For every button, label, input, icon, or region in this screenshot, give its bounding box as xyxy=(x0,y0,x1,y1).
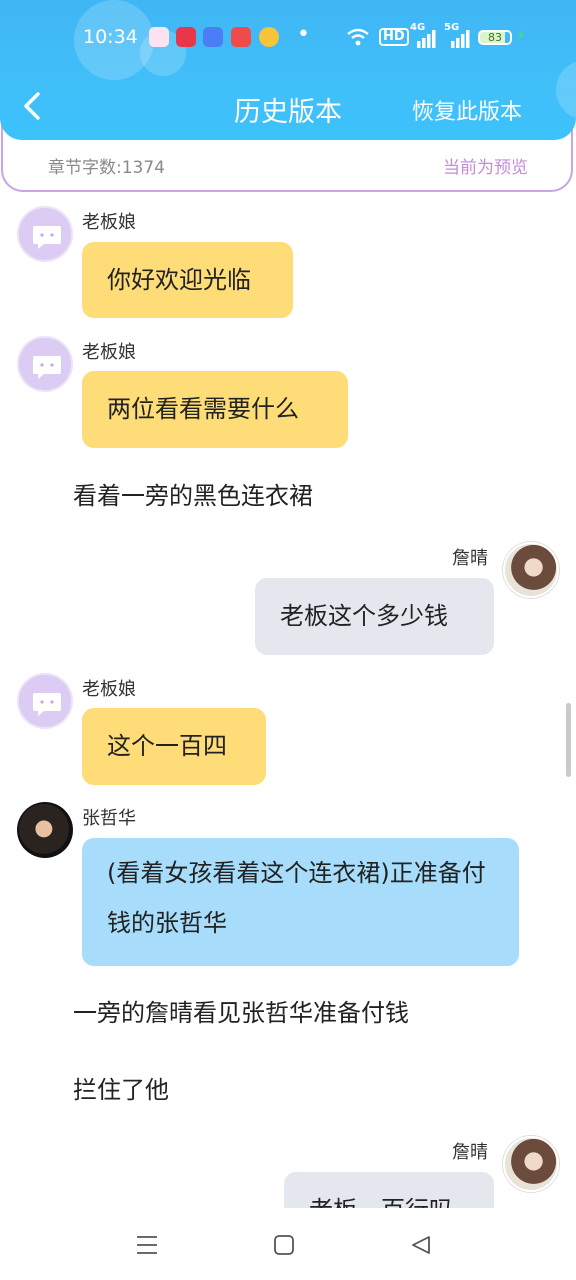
header: 10:34 • HD 4G 5G 83 ⚡ 历史版本 恢复此版本 xyxy=(0,0,576,140)
app-icon xyxy=(176,27,196,47)
word-count: 章节字数:1374 xyxy=(48,158,165,178)
preview-note: 当前为预览 xyxy=(443,158,528,178)
status-time: 10:34 xyxy=(83,26,138,48)
message-bubble[interactable]: 老板这个多少钱 xyxy=(255,578,494,655)
chat-bot-icon xyxy=(33,693,61,716)
charging-icon: ⚡ xyxy=(516,28,526,44)
clip-area: 老板一百行吗 xyxy=(0,1170,576,1208)
chat-bot-icon xyxy=(33,356,61,379)
back-triangle-icon[interactable] xyxy=(410,1234,432,1256)
battery-icon: 83 xyxy=(478,30,512,45)
message-bubble[interactable]: 两位看看需要什么 xyxy=(82,371,348,448)
message-bubble[interactable]: 你好欢迎光临 xyxy=(82,242,293,318)
sender-name: 詹晴 xyxy=(452,1142,488,1163)
message-bubble[interactable]: (看着女孩看着这个连衣裙)正准备付钱的张哲华 xyxy=(82,838,519,966)
menu-icon[interactable] xyxy=(136,1234,158,1256)
hd-icon: HD xyxy=(379,28,409,46)
dot-icon: • xyxy=(297,22,310,47)
signal-icon xyxy=(451,30,470,48)
weibo-icon xyxy=(259,27,279,47)
avatar[interactable] xyxy=(17,206,73,262)
nav-bar: 历史版本 恢复此版本 xyxy=(0,80,576,136)
scrollbar-thumb[interactable] xyxy=(566,703,571,777)
narration-text: 看着一旁的黑色连衣裙 xyxy=(73,482,313,510)
avatar[interactable] xyxy=(17,673,73,729)
avatar[interactable] xyxy=(17,336,73,392)
wifi-icon xyxy=(347,28,369,46)
signal-icon xyxy=(417,30,436,48)
sender-name: 詹晴 xyxy=(452,548,488,569)
sender-name: 老板娘 xyxy=(82,212,136,233)
system-nav-bar xyxy=(0,1208,576,1280)
sender-name: 老板娘 xyxy=(82,342,136,363)
narration-text: 拦住了他 xyxy=(73,1076,169,1104)
message-bubble[interactable]: 这个一百四 xyxy=(82,708,266,785)
app-icon xyxy=(149,27,169,47)
message-bubble[interactable]: 老板一百行吗 xyxy=(284,1172,494,1208)
sender-name: 张哲华 xyxy=(82,808,136,829)
restore-version-button[interactable]: 恢复此版本 xyxy=(412,94,522,126)
app-icon xyxy=(203,27,223,47)
status-bar: 10:34 • HD 4G 5G 83 ⚡ xyxy=(0,18,576,60)
avatar[interactable] xyxy=(17,802,73,858)
narration-text: 一旁的詹晴看见张哲华准备付钱 xyxy=(73,999,409,1027)
sender-name: 老板娘 xyxy=(82,679,136,700)
home-icon[interactable] xyxy=(273,1234,295,1256)
app-icon xyxy=(231,27,251,47)
chat-bot-icon xyxy=(33,226,61,249)
avatar[interactable] xyxy=(503,542,559,598)
